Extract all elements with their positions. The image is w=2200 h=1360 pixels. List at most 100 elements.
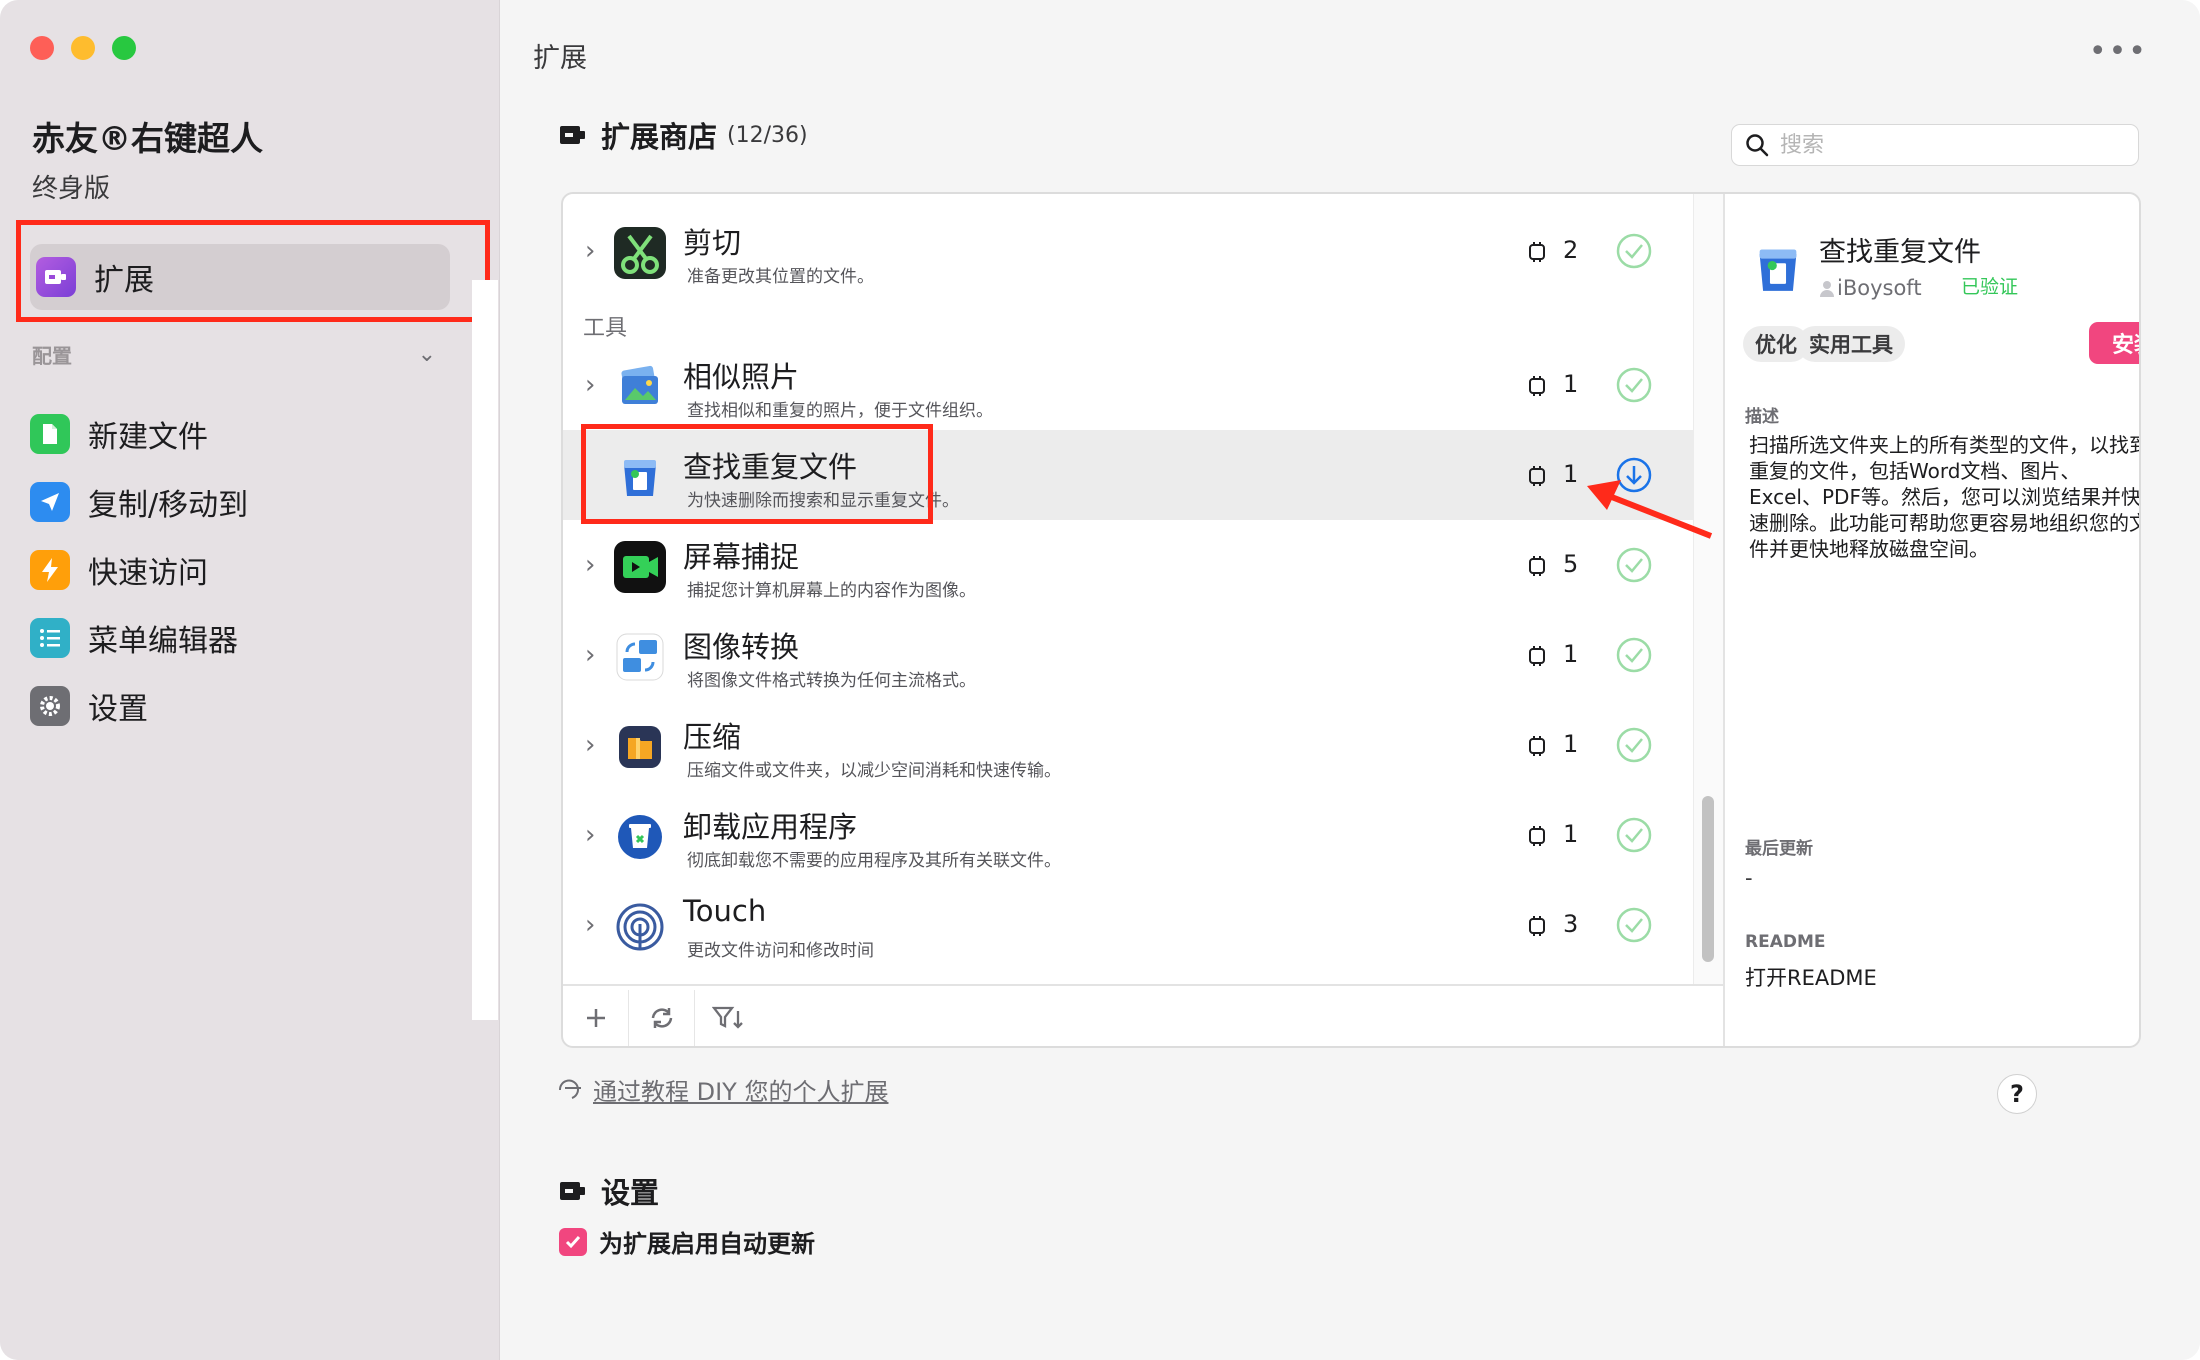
store-count: (12/36) [727, 122, 808, 148]
search-box[interactable] [1731, 124, 2139, 166]
chevron-right-icon[interactable]: › [585, 236, 595, 266]
sidebar-item-label: 菜单编辑器 [88, 624, 238, 659]
chevron-right-icon[interactable]: › [585, 910, 595, 940]
screen-capture-icon [613, 540, 667, 594]
image-convert-icon [613, 630, 667, 684]
tutorial-link[interactable]: 通过教程 DIY 您的个人扩展 [557, 1072, 888, 1107]
page-title: 扩展 [533, 43, 587, 74]
checkmark-circle-icon [1616, 547, 1652, 583]
close-window-button[interactable] [30, 36, 54, 60]
auto-update-label: 为扩展启用自动更新 [599, 1230, 815, 1258]
sidebar-scrollbar[interactable] [472, 280, 498, 1020]
chip-icon [1529, 646, 1545, 666]
extension-row-touch[interactable]: › Touch 更改文件访问和修改时间 3 [563, 880, 1693, 970]
extension-desc: 准备更改其位置的文件。 [687, 267, 874, 287]
checkmark-circle-icon [1616, 727, 1652, 763]
description-label: 描述 [1745, 407, 1779, 427]
chevron-right-icon[interactable]: › [585, 370, 595, 400]
help-button[interactable]: ? [1997, 1074, 2037, 1114]
extension-name: 屏幕捕捉 [683, 540, 800, 574]
refresh-button[interactable] [629, 990, 695, 1046]
list-scrollbar[interactable] [1693, 194, 1723, 984]
chevron-right-icon[interactable]: › [585, 820, 595, 850]
extension-name: 剪切 [683, 226, 742, 260]
chip-icon [1529, 556, 1545, 576]
sidebar-item-label: 新建文件 [88, 420, 208, 455]
chevron-down-icon[interactable]: ⌄ [418, 342, 436, 367]
tutorial-link-text[interactable]: 通过教程 DIY 您的个人扩展 [593, 1072, 888, 1107]
last-updated-value: - [1745, 866, 1753, 890]
extension-action-count: 1 [1563, 820, 1579, 848]
sidebar-item-new-file[interactable]: 新建文件 [30, 400, 248, 468]
checkmark-circle-icon [1616, 817, 1652, 853]
extension-row-cut[interactable]: › 剪切 准备更改其位置的文件。 2 [563, 206, 1693, 296]
checkmark-circle-icon [1616, 233, 1652, 269]
auto-update-option[interactable]: 为扩展启用自动更新 [559, 1224, 815, 1259]
sidebar-nav-list: 新建文件 复制/移动到 快速访问 菜单编辑器 设置 [30, 400, 248, 740]
extension-row-compress[interactable]: › 压缩 压缩文件或文件夹，以减少空间消耗和快速传输。 1 [563, 700, 1693, 790]
extension-action-count: 1 [1563, 370, 1579, 398]
extension-row-screen-capture[interactable]: › 屏幕捕捉 捕捉您计算机屏幕上的内容作为图像。 5 [563, 520, 1693, 610]
person-icon [1820, 281, 1834, 297]
refresh-icon [651, 1008, 672, 1028]
sidebar-item-label: 设置 [88, 692, 148, 727]
zoom-window-button[interactable] [112, 36, 136, 60]
uninstall-icon [613, 810, 667, 864]
open-readme-link[interactable]: 打开README [1745, 962, 1877, 992]
install-button[interactable]: 安装 [2089, 322, 2139, 364]
puzzle-icon [560, 126, 585, 144]
extension-row-similar-photos[interactable]: › 相似照片 查找相似和重复的照片，便于文件组织。 1 [563, 340, 1693, 430]
readme-label: README [1745, 932, 1826, 952]
sidebar-item-quick-access[interactable]: 快速访问 [30, 536, 248, 604]
extension-desc: 捕捉您计算机屏幕上的内容作为图像。 [687, 581, 976, 601]
store-title: 扩展商店 [601, 120, 718, 154]
extension-name: 相似照片 [683, 360, 800, 394]
search-input[interactable] [1780, 132, 2120, 158]
send-icon [30, 482, 70, 522]
extension-store-panel: › 剪切 准备更改其位置的文件。 2 工具 › 相似照片 查找相似和重复的照片，… [561, 192, 2141, 1048]
extension-row-uninstall[interactable]: › 卸载应用程序 彻底卸载您不需要的应用程序及其所有关联文件。 1 [563, 790, 1693, 880]
tag-utilities[interactable]: 实用工具 [1797, 326, 1905, 362]
minimize-window-button[interactable] [71, 36, 95, 60]
sidebar-item-copy-move[interactable]: 复制/移动到 [30, 468, 248, 536]
chevron-right-icon[interactable]: › [585, 550, 595, 580]
app-edition: 终身版 [32, 174, 111, 204]
sidebar-item-label: 复制/移动到 [88, 488, 249, 523]
list-toolbar [563, 984, 1723, 1046]
hand-pointer-icon [558, 1079, 581, 1099]
auto-update-checkbox[interactable] [559, 1227, 587, 1256]
extension-name: 卸载应用程序 [683, 810, 858, 844]
fingerprint-icon [613, 900, 667, 954]
sidebar-item-label: 快速访问 [88, 556, 208, 591]
download-icon[interactable] [1615, 456, 1653, 494]
sidebar-item-menu-editor[interactable]: 菜单编辑器 [30, 604, 248, 672]
sidebar-item-settings[interactable]: 设置 [30, 672, 248, 740]
chevron-right-icon[interactable]: › [585, 640, 595, 670]
chevron-right-icon[interactable]: › [585, 730, 595, 760]
extension-name: 压缩 [683, 720, 742, 754]
config-section-header[interactable]: 配置 ⌄ [32, 340, 436, 369]
annotation-highlight-row [581, 424, 933, 524]
app-name: 赤友®右键超人 [32, 119, 263, 158]
filter-sort-button[interactable] [695, 990, 761, 1046]
sidebar: 赤友®右键超人 终身版 扩展 配置 ⌄ 新建文件 复制/移动到 快速访问 菜单编… [0, 0, 500, 1360]
chip-icon [1529, 376, 1545, 396]
detail-description: 扫描所选文件夹上的所有类型的文件，以找到重复的文件，包括Word文档、图片、Ex… [1749, 433, 2141, 561]
compress-icon [613, 720, 667, 774]
verified-badge: 已验证 [1961, 276, 2019, 298]
photos-icon [613, 360, 667, 414]
extension-action-count: 1 [1563, 640, 1579, 668]
checkmark-icon [565, 1235, 581, 1248]
extension-row-image-convert[interactable]: › 图像转换 将图像文件格式转换为任何主流格式。 1 [563, 610, 1693, 700]
add-extension-button[interactable] [563, 990, 629, 1046]
filter-icon [712, 1006, 743, 1029]
store-header: 扩展商店 (12/36) [559, 114, 808, 156]
more-options-icon[interactable]: ••• [2089, 34, 2148, 69]
chip-icon [1529, 242, 1545, 262]
extension-action-count: 1 [1563, 460, 1579, 488]
detail-extension-name: 查找重复文件 [1819, 237, 1981, 268]
extension-action-count: 5 [1563, 550, 1579, 578]
settings-title: 设置 [601, 1176, 660, 1210]
new-file-icon [30, 414, 70, 454]
list-scrollbar-thumb[interactable] [1702, 796, 1714, 962]
